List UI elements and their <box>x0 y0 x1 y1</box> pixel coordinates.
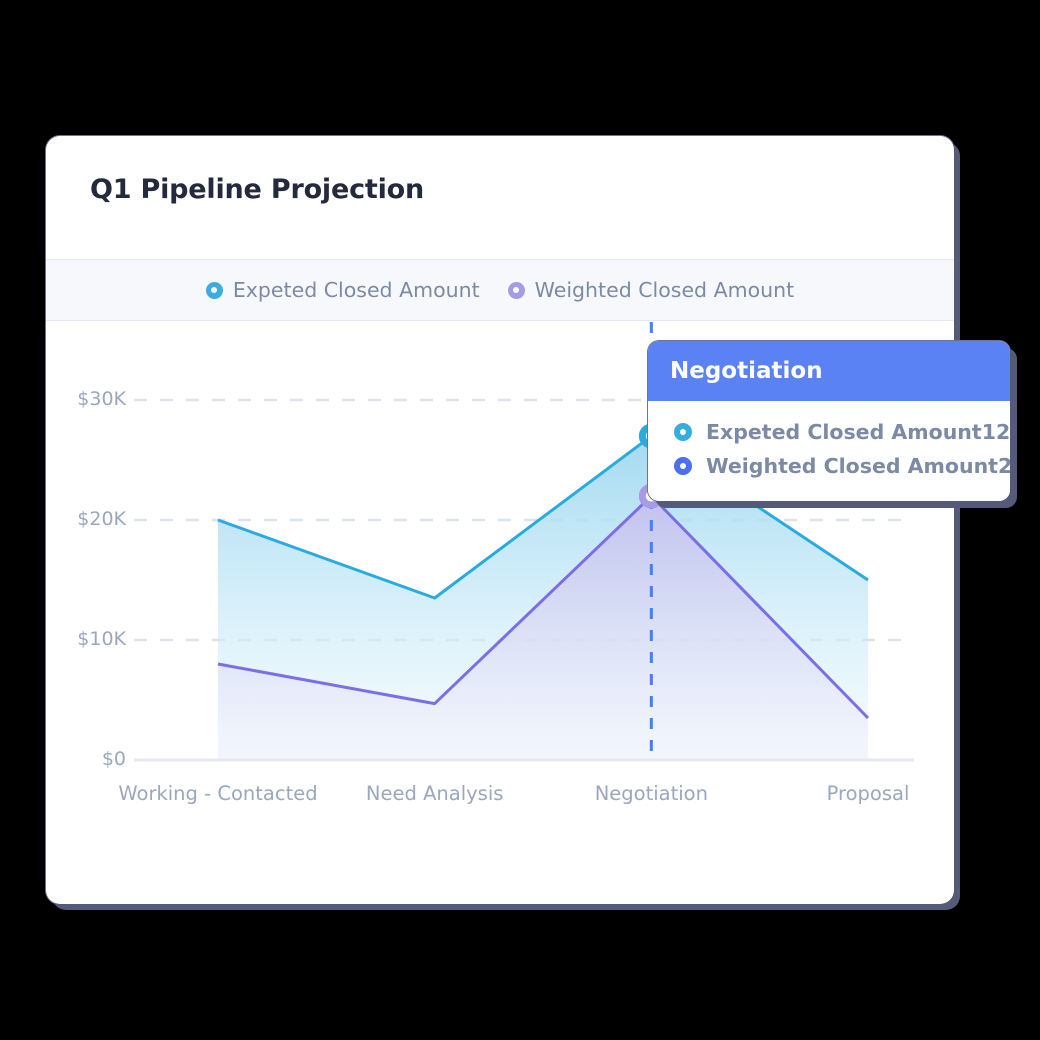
x-axis-tick-label: Proposal <box>826 782 910 805</box>
tooltip-color-dot-icon <box>674 457 692 475</box>
x-axis-tick-label: Negotiation <box>594 782 708 805</box>
legend-color-dot-icon <box>507 281 525 299</box>
y-axis-tick-label: $20K <box>77 508 126 530</box>
tooltip-row-label: Weighted Closed Amount <box>706 454 998 478</box>
tooltip-color-dot-icon <box>674 423 692 441</box>
chart-legend: Expeted Closed Amount Weighted Closed Am… <box>46 259 954 321</box>
y-axis-tick-label: $10K <box>77 628 126 650</box>
legend-item-label: Weighted Closed Amount <box>534 278 795 302</box>
tooltip-row-value: 2 <box>997 454 1010 478</box>
x-axis-tick-label: Need Analysis <box>365 782 504 805</box>
y-axis-tick-label: $0 <box>101 748 126 770</box>
chart-tooltip: Negotiation Expeted Closed Amount 12 Wei… <box>648 341 1010 501</box>
tooltip-title: Negotiation <box>648 341 1010 401</box>
tooltip-rows: Expeted Closed Amount 12 Weighted Closed… <box>648 401 1010 501</box>
screenshot-root: Q1 Pipeline Projection Expeted Closed Am… <box>0 0 1040 1040</box>
tooltip-row-value: 12 <box>981 420 1010 444</box>
tooltip-row-label: Expeted Closed Amount <box>706 420 982 444</box>
legend-color-dot-icon <box>205 281 223 299</box>
tooltip-row: Weighted Closed Amount 2 <box>648 449 1010 483</box>
legend-item-weighted[interactable]: Weighted Closed Amount <box>507 278 795 302</box>
y-axis-tick-label: $30K <box>77 388 126 410</box>
tooltip-row: Expeted Closed Amount 12 <box>648 415 1010 449</box>
legend-item-label: Expeted Closed Amount <box>232 278 480 302</box>
legend-item-expected[interactable]: Expeted Closed Amount <box>205 278 480 302</box>
page-title: Q1 Pipeline Projection <box>90 174 425 205</box>
chart-card: Q1 Pipeline Projection Expeted Closed Am… <box>46 136 954 904</box>
x-axis-tick-label: Working - Contacted <box>118 782 318 805</box>
